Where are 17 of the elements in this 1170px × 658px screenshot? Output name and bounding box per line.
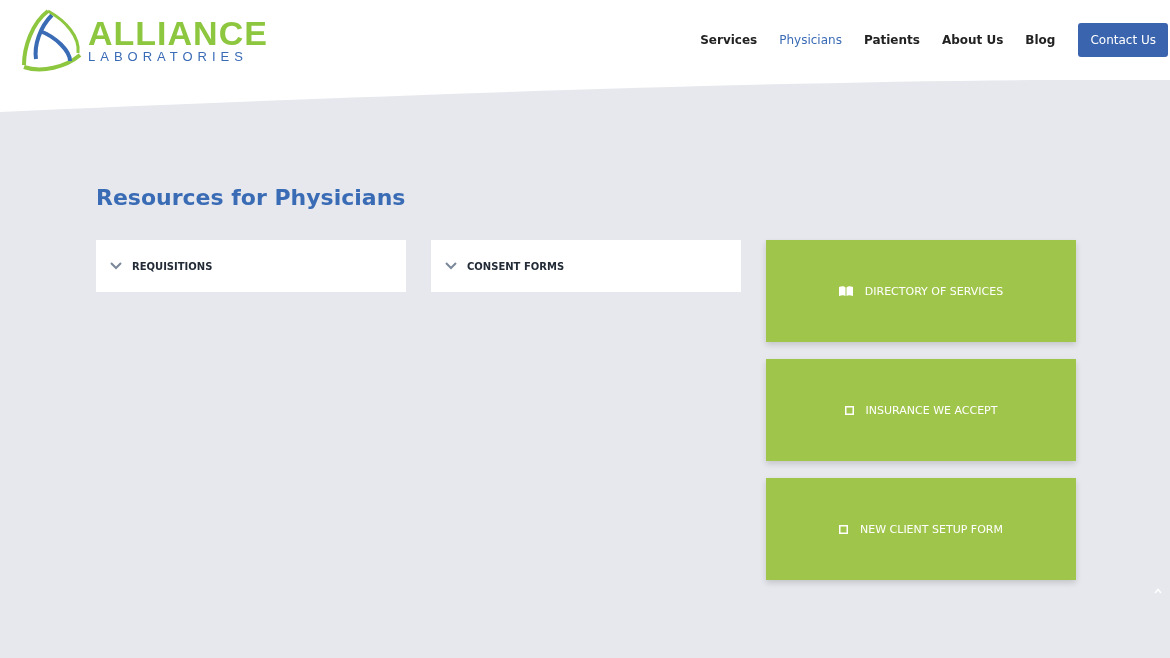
chevron-icon — [445, 262, 457, 270]
scroll-up-icon[interactable] — [1154, 588, 1162, 594]
book-icon — [838, 286, 853, 296]
square-icon — [839, 524, 848, 534]
contact-button[interactable]: Contact Us — [1078, 23, 1168, 57]
section-heading: Resources for Physicians — [96, 185, 407, 210]
nav-link[interactable]: Blog — [1014, 33, 1067, 47]
nav-link[interactable]: Services — [689, 33, 769, 47]
accordion-header[interactable]: REQUISITIONS — [96, 240, 406, 292]
logo-name: ALLIANCE — [88, 16, 268, 50]
nav-link[interactable]: About Us — [930, 33, 1015, 47]
nav-link[interactable]: Patients — [852, 33, 931, 47]
accordion-header[interactable]: CONSENT FORMS — [431, 240, 741, 292]
nav-link[interactable]: Physicians — [768, 33, 853, 47]
square-icon — [844, 405, 854, 415]
chevron-icon — [110, 262, 122, 270]
logo-subtitle: LABORATORIES — [88, 50, 249, 64]
